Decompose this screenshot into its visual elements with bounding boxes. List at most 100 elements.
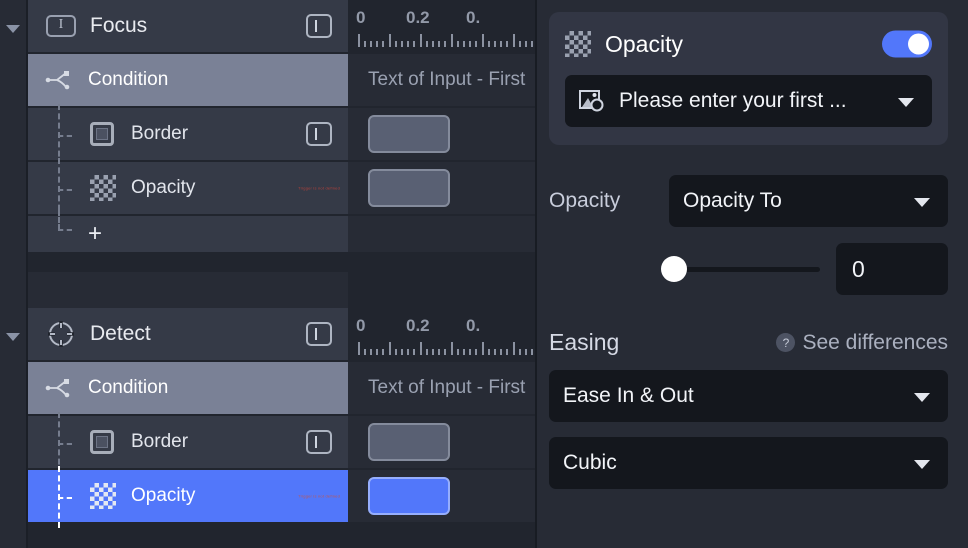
easing-curve-value: Cubic [563,451,617,474]
target-crosshair-icon [48,321,74,347]
opacity-checker-icon [90,175,116,201]
row-condition[interactable]: Condition [28,362,348,416]
opacity-value-row: 0 [549,243,948,295]
timeline-row-opacity[interactable] [348,470,537,524]
row-label: Condition [88,377,169,398]
group-header-detect[interactable]: Detect [28,308,348,362]
timeline-clip[interactable] [368,423,450,461]
timeline-row-condition[interactable]: Text of Input - First [348,362,537,416]
timeline-row-add [348,216,537,254]
detect-timeline-column: 0 0.2 0. Text of Input - First [348,308,537,524]
timeline-ruler[interactable]: 0 0.2 0. [348,308,537,362]
row-label: Border [131,431,189,452]
opacity-value-field[interactable]: 0 [836,243,948,295]
timeline-clip[interactable] [368,169,450,207]
easing-label: Easing [549,329,620,355]
opacity-slider[interactable] [661,249,820,289]
group-separator [28,272,537,308]
timeline-row-border[interactable] [348,416,537,470]
target-layer-select[interactable]: Please enter your first ... [565,75,932,127]
image-layer-icon [579,89,607,113]
opacity-mode-value: Opacity To [683,189,782,212]
timeline-row-opacity[interactable] [348,162,537,216]
chevron-down-icon [898,98,914,107]
timeline-clip[interactable] [368,115,450,153]
disclosure-detect-group[interactable] [4,328,22,346]
enable-toggle[interactable] [882,30,932,58]
easing-curve-select[interactable]: Cubic [549,437,948,489]
disclosure-focus-group[interactable] [4,20,22,38]
timeline-clip-selected[interactable] [368,477,450,515]
timeline-track-label: Text of Input - First [368,377,526,398]
ruler-label: 0. [466,8,481,27]
tree-line-branch [58,443,72,445]
row-border[interactable]: Border [28,104,348,166]
ruler-label: 0.2 [406,8,430,27]
focus-timeline-column: 0 0.2 0. Text of Input - First [348,0,537,254]
group-title: Detect [90,322,151,345]
opacity-label: Opacity [549,189,621,212]
tree-line-branch [58,189,72,191]
detect-tree-column: Detect Condition Border Opacity Trigger … [28,308,348,528]
border-icon [90,430,114,454]
timeline-track-label: Text of Input - First [368,69,526,90]
timeline-gutter [0,0,26,548]
easing-direction-value: Ease In & Out [563,384,694,407]
tree-line-branch [58,229,72,231]
text-input-icon [46,14,76,37]
row-opacity[interactable]: Opacity Trigger is not defined [28,158,348,220]
see-differences-link[interactable]: See differences [802,331,948,355]
timeline-row-border[interactable] [348,108,537,162]
timeline-row-condition[interactable]: Text of Input - First [348,54,537,108]
timeline-pane: Focus Condition Border [0,0,537,548]
slider-knob[interactable] [661,256,687,282]
tree-line-vertical [58,210,60,230]
timeline-ruler[interactable]: 0 0.2 0. [348,0,537,54]
opacity-mode-select[interactable]: Opacity To [669,175,948,227]
row-add-property[interactable]: + [28,210,348,254]
input-field-icon[interactable] [306,122,332,146]
condition-branch-icon [45,379,70,398]
slider-track [674,266,820,272]
row-label: Opacity [131,485,196,506]
border-icon [90,122,114,146]
question-mark-icon[interactable]: ? [776,333,796,352]
row-warning-text: Trigger is not defined [298,185,340,191]
ruler-label: 0 [356,316,366,335]
row-label: Condition [88,69,169,90]
easing-header: Easing ? See differences [549,329,948,356]
opacity-property-card: Opacity Please enter your first ... [549,12,948,145]
easing-direction-select[interactable]: Ease In & Out [549,370,948,422]
input-field-icon[interactable] [306,14,332,38]
opacity-mode-row: Opacity Opacity To [549,175,948,227]
chevron-down-icon [914,460,930,469]
target-layer-value: Please enter your first ... [619,89,847,112]
add-icon: + [88,220,103,247]
inspector-pane: Opacity Please enter your first ... Opac… [537,0,968,548]
focus-tree-column: Focus Condition Border [28,0,348,254]
tree-line-branch [58,135,72,137]
chevron-down-icon [914,393,930,402]
row-condition[interactable]: Condition [28,54,348,108]
tree-line-branch [58,497,72,499]
input-field-icon[interactable] [306,430,332,454]
card-header: Opacity [565,27,932,61]
row-warning-text: Trigger is not defined [298,493,340,499]
row-label: Border [131,123,189,144]
chevron-down-icon [914,198,930,207]
ruler-label: 0. [466,316,481,335]
group-header-focus[interactable]: Focus [28,0,348,54]
opacity-value: 0 [852,255,865,282]
row-border[interactable]: Border [28,412,348,474]
focus-group: Focus Condition Border [28,0,537,272]
input-field-icon[interactable] [306,322,332,346]
animation-editor-window: Focus Condition Border [0,0,968,548]
ruler-label: 0.2 [406,316,430,335]
condition-branch-icon [45,71,70,90]
group-title: Focus [90,14,148,37]
ruler-label: 0 [356,8,366,27]
opacity-checker-icon [90,483,116,509]
row-opacity-selected[interactable]: Opacity Trigger is not defined [28,466,348,528]
row-label: Opacity [131,177,196,198]
card-title: Opacity [605,30,683,57]
